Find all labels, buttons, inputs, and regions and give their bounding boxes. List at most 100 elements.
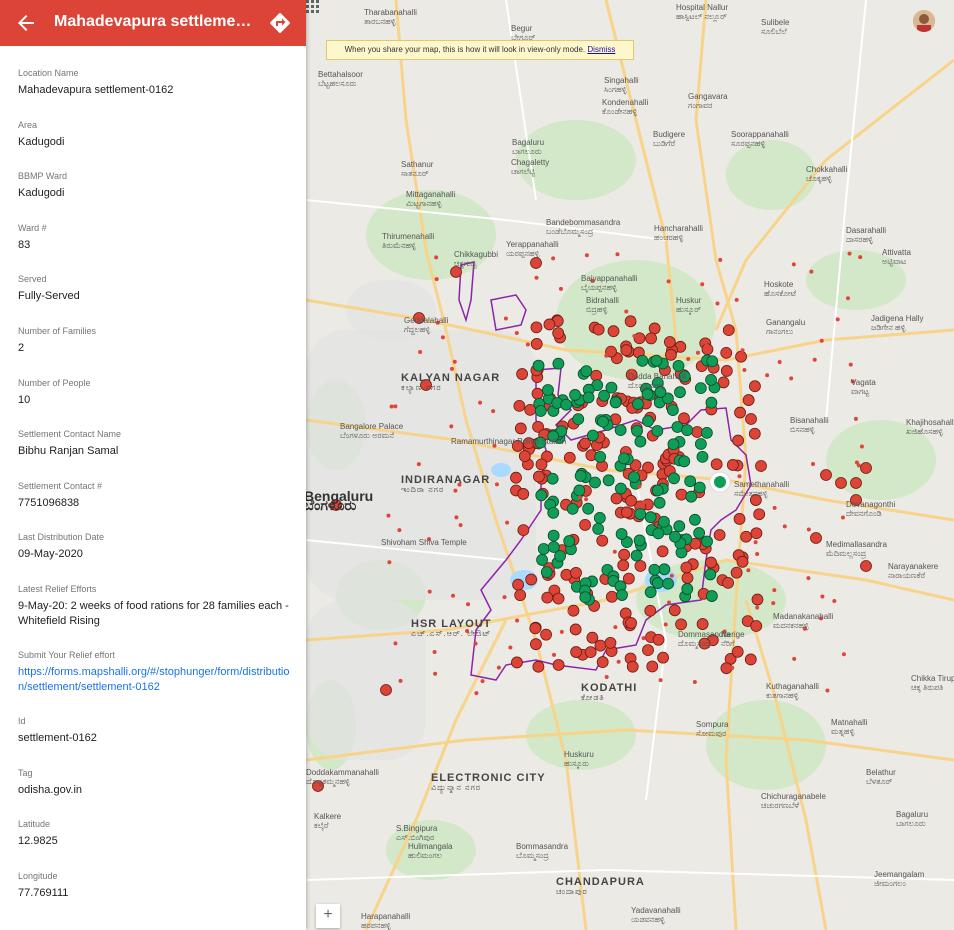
marker-dot xyxy=(458,523,463,528)
place-name-kannada: ಗಂಗಾವರ xyxy=(688,101,713,110)
marker-red xyxy=(450,266,462,278)
marker-green xyxy=(609,396,622,409)
marker-dot xyxy=(616,659,621,664)
marker-red xyxy=(605,590,618,603)
place-name: Kalkere xyxy=(314,812,342,821)
area-name: INDIRANAGAR xyxy=(401,474,491,486)
marker-red xyxy=(596,534,609,547)
field-label: BBMP Ward xyxy=(18,171,68,182)
map-canvas[interactable]: Tharabanahalli ತಾರಬನಹಳ್ಳಿ Begur ಬೇಗೂರ್ Hospi… xyxy=(306,0,954,930)
marker-dot xyxy=(791,262,796,267)
field-location-name: Location Name Mahadevapura settlement-016… xyxy=(18,68,293,120)
place-label: Yadavanahalli ಯಡವನಹಳ್ಳಿ xyxy=(631,906,681,924)
place-name: Budigere xyxy=(653,130,686,139)
place-name-kannada: ಸೂಲಿಬೆಲೆ xyxy=(761,27,787,36)
marker-red xyxy=(530,321,543,334)
marker-red xyxy=(726,459,739,471)
dismiss-link[interactable]: Dismiss xyxy=(587,45,615,54)
place-name-kannada: ಬುಡಿಗೆರೆ xyxy=(653,139,676,148)
avatar[interactable] xyxy=(913,10,935,32)
minor-road xyxy=(825,0,867,421)
place-label: Doddakammanahalli ದೊಡ್ಡಕಮ್ಮನಹಳ್ಳಿ xyxy=(306,768,379,786)
place-name-kannada: ಯಡವನಹಳ್ಳಿ xyxy=(631,915,665,924)
marker-dot xyxy=(604,353,609,358)
marker-dot xyxy=(715,301,720,306)
marker-green xyxy=(593,512,606,524)
place-name-kannada: ಬೆಳತೂರ್ xyxy=(866,777,893,786)
place-name: Khajihosahalli xyxy=(906,418,954,427)
marker-red xyxy=(750,527,763,540)
marker-green xyxy=(537,543,550,555)
marker-green xyxy=(681,583,694,595)
field-value: 9-May-20: 2 weeks of food rations for 28… xyxy=(18,599,289,627)
marker-dot xyxy=(393,404,398,409)
marker-red xyxy=(675,618,687,631)
marker-green xyxy=(589,476,601,489)
back-arrow-icon[interactable] xyxy=(14,11,38,35)
zoom-in-button[interactable]: + xyxy=(316,904,340,928)
marker-red xyxy=(552,592,565,605)
marker-red xyxy=(720,346,733,359)
marker-red xyxy=(517,488,530,500)
marker-red xyxy=(563,451,576,464)
field-label: Submit Your Relief effort xyxy=(18,649,115,660)
field-served: Served Fully-Served xyxy=(18,274,293,326)
place-name-kannada: ಸೋಮಪುರ xyxy=(696,729,727,738)
marker-red xyxy=(740,530,752,543)
marker-green xyxy=(573,484,586,497)
area-label: INDIRANAGAR ಇಂದಿರಾ ನಗರ xyxy=(401,474,491,495)
marker-green xyxy=(628,471,640,483)
marker-green xyxy=(662,577,674,590)
marker-red xyxy=(733,513,746,525)
marker-dot xyxy=(663,622,668,627)
header-bar: Mahadevapura settlement-0162 xyxy=(0,0,306,46)
place-name: Gangavara xyxy=(688,92,728,101)
marker-dot xyxy=(491,409,496,414)
marker-red xyxy=(540,628,552,641)
field-number-of-families: Number of Families 2 xyxy=(18,326,293,378)
place-name-kannada: ಹಾಸ್ಪಿಟಲ್ ನಲ್ಲೂರ್ xyxy=(676,12,727,21)
marker-dot xyxy=(859,444,864,449)
marker-dot xyxy=(514,330,519,335)
place-name: Bandebommasandra xyxy=(546,218,621,227)
marker-green xyxy=(641,388,654,401)
marker-green xyxy=(650,354,663,367)
place-label: Bagaluru ಬಾಗಲೂರು xyxy=(896,810,928,828)
marker-dot xyxy=(789,376,794,381)
marker-green xyxy=(678,455,691,468)
apps-grid-icon[interactable] xyxy=(306,0,320,14)
place-label: Sathanur ಸಾತನೂರ್ xyxy=(401,160,433,178)
relief-form-link[interactable]: https://forms.mapshalli.org/#/stophunger… xyxy=(18,666,289,693)
marker-green xyxy=(547,506,560,519)
marker-dot xyxy=(692,680,697,685)
field-label: Served xyxy=(18,274,47,285)
marker-red xyxy=(592,323,605,336)
field-value: Mahadevapura settlement-0162 xyxy=(18,84,174,96)
marker-green xyxy=(673,520,686,533)
place-name-kannada: ಬೆಂಗಳೂರು ಅರಮನೆ xyxy=(340,431,394,440)
directions-icon[interactable] xyxy=(268,11,292,35)
marker-dot xyxy=(819,338,824,343)
marker-dot xyxy=(454,515,459,520)
marker-dot xyxy=(630,664,635,669)
place-name-kannada: ಬಿದ್ರಹಳ್ಳಿ xyxy=(586,305,608,314)
place-name: Hulimangala xyxy=(408,842,453,851)
marker-green xyxy=(652,527,665,540)
place-label: Bangalore Palace ಬೆಂಗಳೂರು ಅರಮನೆ xyxy=(340,422,403,440)
marker-dot xyxy=(840,515,845,520)
place-name: Bisanahalli xyxy=(790,416,829,425)
marker-green xyxy=(651,484,664,497)
marker-green xyxy=(700,426,713,439)
field-value: 7751096838 xyxy=(18,496,80,509)
marker-red xyxy=(646,660,659,673)
marker-red xyxy=(722,576,734,589)
place-name-kannada: ಮತ್ನಹಳ್ಳಿ xyxy=(831,727,855,736)
marker-red xyxy=(750,620,763,632)
marker-dot xyxy=(755,552,760,557)
place-name: Sompura xyxy=(696,720,729,729)
place-label: Dodda Banahalli ದೊಡ್ಡಬನಹಳ್ಳಿ xyxy=(628,372,687,390)
place-name-kannada: ಯರಪ್ಪನಹಳ್ಳಿ xyxy=(506,249,540,258)
marker-green xyxy=(614,482,627,495)
place-label: Belathur ಬೆಳತೂರ್ xyxy=(866,768,896,786)
place-name-kannada: ಮಿಟ್ಟಗಾನಹಳ್ಳಿ xyxy=(406,199,442,208)
